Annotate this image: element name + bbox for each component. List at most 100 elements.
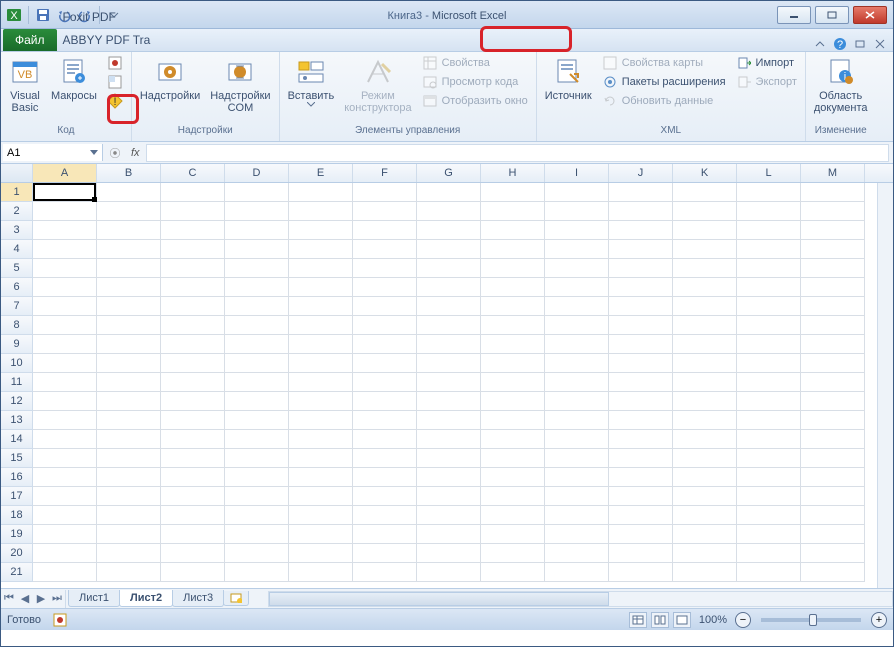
cell[interactable]: [33, 563, 97, 582]
cell[interactable]: [353, 183, 417, 202]
cell[interactable]: [609, 563, 673, 582]
row-header[interactable]: 17: [1, 487, 33, 506]
cell[interactable]: [481, 487, 545, 506]
cell[interactable]: [289, 202, 353, 221]
cell[interactable]: [97, 335, 161, 354]
cell[interactable]: [97, 259, 161, 278]
sheet-first-icon[interactable]: ⏮: [1, 590, 17, 608]
cell[interactable]: [353, 316, 417, 335]
cell[interactable]: [417, 525, 481, 544]
cell[interactable]: [161, 449, 225, 468]
cell[interactable]: [417, 335, 481, 354]
cell[interactable]: [737, 354, 801, 373]
cell[interactable]: [545, 297, 609, 316]
cell[interactable]: [545, 563, 609, 582]
cell[interactable]: [225, 544, 289, 563]
cell[interactable]: [289, 487, 353, 506]
cell[interactable]: [481, 221, 545, 240]
minimize-button[interactable]: [777, 6, 811, 24]
cell[interactable]: [673, 392, 737, 411]
cell[interactable]: [33, 297, 97, 316]
cell[interactable]: [481, 278, 545, 297]
column-header[interactable]: D: [225, 164, 289, 182]
cell[interactable]: [737, 506, 801, 525]
cell[interactable]: [289, 335, 353, 354]
cell[interactable]: [225, 221, 289, 240]
cell[interactable]: [97, 316, 161, 335]
cell[interactable]: [609, 202, 673, 221]
fx-button[interactable]: fx: [125, 147, 146, 159]
xml-export-button[interactable]: Экспорт: [732, 73, 801, 91]
cell[interactable]: [737, 449, 801, 468]
cell[interactable]: [737, 335, 801, 354]
cell[interactable]: [97, 297, 161, 316]
visual-basic-button[interactable]: VB Visual Basic: [5, 54, 45, 116]
cell[interactable]: [97, 202, 161, 221]
cell[interactable]: [801, 468, 865, 487]
cell[interactable]: [353, 487, 417, 506]
view-code-button[interactable]: Просмотр кода: [418, 73, 532, 91]
row-header[interactable]: 9: [1, 335, 33, 354]
row-header[interactable]: 18: [1, 506, 33, 525]
cell[interactable]: [353, 259, 417, 278]
cell[interactable]: [545, 221, 609, 240]
cell[interactable]: [417, 544, 481, 563]
column-header[interactable]: B: [97, 164, 161, 182]
cell[interactable]: [417, 297, 481, 316]
cell[interactable]: [609, 316, 673, 335]
cell[interactable]: [33, 430, 97, 449]
cell[interactable]: [225, 525, 289, 544]
cell[interactable]: [353, 297, 417, 316]
cell[interactable]: [33, 316, 97, 335]
cell[interactable]: [673, 316, 737, 335]
cell[interactable]: [161, 335, 225, 354]
cell[interactable]: [545, 259, 609, 278]
record-macro-button[interactable]: [103, 54, 127, 72]
cell[interactable]: [673, 449, 737, 468]
view-pagebreak-button[interactable]: [673, 612, 691, 628]
row-header[interactable]: 11: [1, 373, 33, 392]
row-header[interactable]: 8: [1, 316, 33, 335]
cell[interactable]: [673, 259, 737, 278]
cell[interactable]: [289, 259, 353, 278]
cell[interactable]: [417, 278, 481, 297]
cell[interactable]: [801, 411, 865, 430]
cell[interactable]: [33, 202, 97, 221]
row-header[interactable]: 2: [1, 202, 33, 221]
cell[interactable]: [161, 373, 225, 392]
cell[interactable]: [545, 411, 609, 430]
row-header[interactable]: 15: [1, 449, 33, 468]
column-header[interactable]: L: [737, 164, 801, 182]
row-header[interactable]: 21: [1, 563, 33, 582]
zoom-in-button[interactable]: +: [871, 612, 887, 628]
cell[interactable]: [545, 316, 609, 335]
cell[interactable]: [417, 373, 481, 392]
cell[interactable]: [353, 278, 417, 297]
document-panel-button[interactable]: i Область документа: [810, 54, 872, 116]
expansion-packs-button[interactable]: Пакеты расширения: [598, 73, 730, 91]
cell[interactable]: [225, 430, 289, 449]
column-header[interactable]: G: [417, 164, 481, 182]
cell[interactable]: [161, 297, 225, 316]
excel-icon[interactable]: X: [4, 5, 24, 25]
cell[interactable]: [97, 411, 161, 430]
help-icon[interactable]: ?: [833, 37, 847, 51]
cell[interactable]: [801, 506, 865, 525]
cell[interactable]: [737, 297, 801, 316]
cell[interactable]: [609, 278, 673, 297]
cell[interactable]: [801, 544, 865, 563]
cell[interactable]: [801, 525, 865, 544]
cell[interactable]: [545, 449, 609, 468]
cell[interactable]: [481, 525, 545, 544]
cell[interactable]: [33, 259, 97, 278]
cell[interactable]: [161, 468, 225, 487]
cell[interactable]: [609, 392, 673, 411]
cell[interactable]: [353, 373, 417, 392]
tab-file[interactable]: Файл: [3, 29, 57, 51]
cell[interactable]: [161, 525, 225, 544]
cell[interactable]: [481, 468, 545, 487]
cell[interactable]: [289, 221, 353, 240]
cell[interactable]: [737, 240, 801, 259]
cell[interactable]: [673, 373, 737, 392]
cell[interactable]: [97, 354, 161, 373]
